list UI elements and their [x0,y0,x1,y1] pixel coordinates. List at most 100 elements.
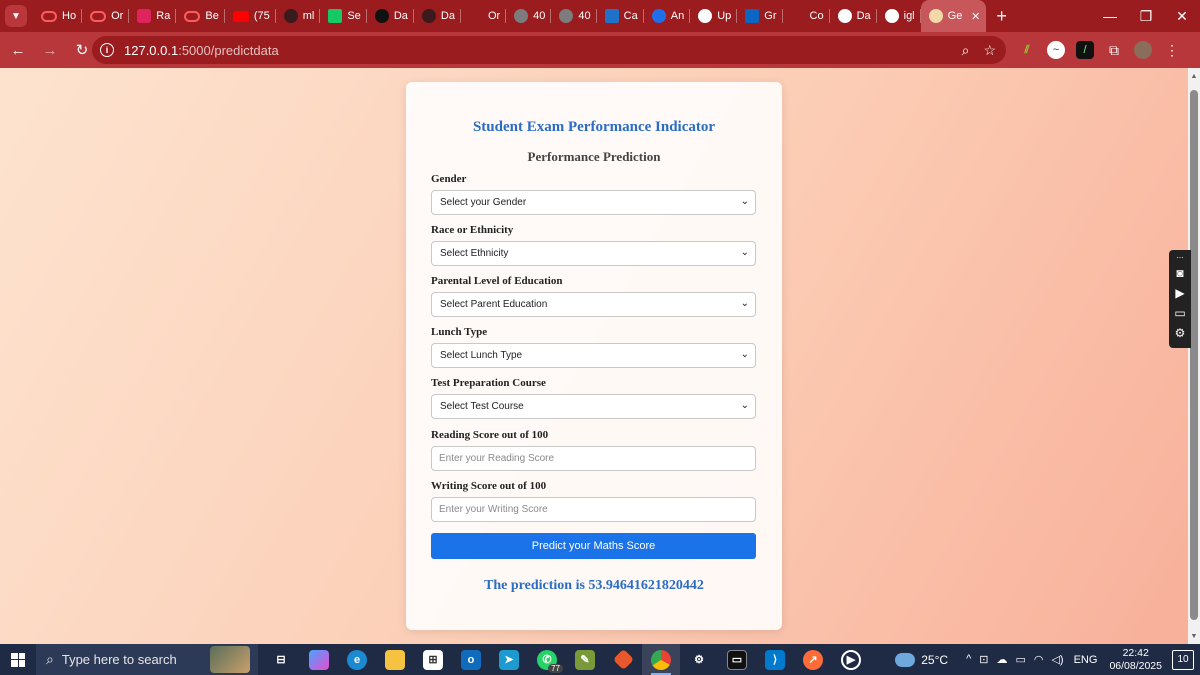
postman-button[interactable]: ↗ [794,644,832,675]
scroll-down-icon[interactable]: ▼ [1188,630,1200,642]
browser-tab[interactable]: igl [877,0,921,32]
tab-strip: ▼ Ho Or Ra Be (75 ml Se Da Da Or 40 40 Ca An Up Gr Co Da i… [0,0,1200,32]
writing-score-placeholder: Enter your Writing Score [439,504,548,515]
task-view-button[interactable]: ⊟ [262,644,300,675]
lunch-select[interactable]: Select Lunch Type ⌄ [431,343,756,368]
close-tab-icon[interactable]: ✕ [971,10,980,23]
tab-search-button[interactable]: ▼ [5,5,27,27]
site-info-icon[interactable]: i [100,43,114,57]
browser-tab[interactable]: Da [414,0,461,32]
widget-menu-icon[interactable]: ⋯ [1177,253,1184,263]
terminal-extension-icon[interactable]: / [1076,41,1094,59]
browser-tab[interactable]: An [644,0,691,32]
browser-tab[interactable]: Or [82,0,130,32]
copilot-button[interactable] [300,644,338,675]
teams-button[interactable]: ➤ [490,644,528,675]
window-capture-icon[interactable]: ▭ [1174,303,1185,323]
browser-tab[interactable]: Da [367,0,414,32]
whatsapp-button[interactable]: ✆ 77 [528,644,566,675]
address-bar[interactable]: i 127.0.0.1:5000/predictdata ⌕ ☆ [92,36,1006,64]
ethnicity-select[interactable]: Select Ethnicity ⌄ [431,241,756,266]
chevron-up-icon[interactable]: ^ [966,653,971,666]
taskbar: ⌕ Type here to search ⊟ e ⊞ o ➤ ✆ 77 ✎ ⚙ … [0,644,1200,675]
bookmark-star-icon[interactable]: ☆ [983,42,996,59]
writing-score-label: Writing Score out of 100 [431,480,547,492]
browser-tab[interactable]: Ge ✕ [920,0,987,32]
forward-button[interactable]: → [36,36,64,64]
video-camera-icon[interactable]: ▶ [1175,283,1184,303]
browser-tab[interactable]: (75 [225,0,276,32]
profile-avatar[interactable] [1134,41,1152,59]
test-prep-select[interactable]: Select Test Course ⌄ [431,394,756,419]
device-icon[interactable]: ⊡ [979,653,988,666]
weather-widget[interactable]: 25°C [895,652,948,667]
chrome-button[interactable] [642,644,680,675]
writing-score-input[interactable]: Enter your Writing Score [431,497,756,522]
chart-extension-icon[interactable]: ⫽ [1018,41,1036,59]
browser-tab[interactable]: Ra [129,0,177,32]
tab-title: Ra [156,10,171,22]
zoom-icon[interactable]: ⌕ [962,42,970,59]
outlook-button[interactable]: o [452,644,490,675]
cloud-icon[interactable]: ☁ [996,653,1007,666]
restore-button[interactable]: ❐ [1128,0,1164,32]
predict-button[interactable]: Predict your Maths Score [431,533,756,559]
page-scrollbar[interactable]: ▲ ▼ [1188,68,1200,644]
file-explorer-button[interactable] [376,644,414,675]
gender-label: Gender [431,173,467,185]
battery-icon[interactable]: ▭ [1015,653,1025,666]
browser-tab[interactable]: 40 [551,0,597,32]
browser-tab[interactable]: Be [176,0,225,32]
settings-button[interactable]: ⚙ [680,644,718,675]
close-window-button[interactable]: ✕ [1164,0,1200,32]
browser-tab[interactable]: 40 [506,0,552,32]
clock-date: 06/08/2025 [1109,659,1162,672]
taskbar-search-placeholder: Type here to search [61,652,177,667]
minimize-button[interactable]: — [1092,0,1128,32]
taskbar-search[interactable]: ⌕ Type here to search [36,644,258,675]
browser-tab[interactable]: Da [830,0,877,32]
browser-tab[interactable]: Gr [737,0,783,32]
language-indicator[interactable]: ENG [1074,654,1098,666]
browser-tab[interactable]: Ho [33,0,83,32]
volume-icon[interactable]: ◁) [1051,653,1063,666]
kebab-menu-icon[interactable]: ⋮ [1163,41,1181,59]
tray-icons: ^ ⊡ ☁ ▭ ◠ ◁) [966,653,1064,666]
activity-extension-icon[interactable]: ~ [1047,41,1065,59]
page-viewport: Student Exam Performance Indicator Perfo… [0,68,1188,644]
white-favicon-icon [837,9,852,23]
store-button[interactable]: ⊞ [414,644,452,675]
vscode-button[interactable]: ⟩ [756,644,794,675]
browser-tab[interactable]: Se [320,0,367,32]
settings-gear-icon[interactable]: ⚙ [1175,323,1186,343]
clock-time: 22:42 [1122,646,1149,659]
system-tray: 25°C ^ ⊡ ☁ ▭ ◠ ◁) ENG 22:42 06/08/2025 1… [895,644,1200,675]
photos-button[interactable]: ✎ [566,644,604,675]
back-button[interactable]: ← [4,36,32,64]
browser-tab[interactable]: Ca [597,0,644,32]
terminal-button[interactable]: ▭ [718,644,756,675]
puzzle-icon[interactable]: ⧉ [1105,41,1123,59]
parent-education-select[interactable]: Select Parent Education ⌄ [431,292,756,317]
new-tab-button[interactable]: + [996,6,1007,27]
reading-score-label: Reading Score out of 100 [431,429,549,441]
store-icon: ⊞ [423,649,443,670]
browser-tab[interactable]: ml [276,0,321,32]
wifi-icon[interactable]: ◠ [1034,653,1044,666]
edge-button[interactable]: e [338,644,376,675]
notification-center-button[interactable]: 10 [1172,649,1194,670]
scroll-up-icon[interactable]: ▲ [1188,70,1200,82]
browser-tab[interactable]: Up [690,0,738,32]
lunch-select-value: Select Lunch Type [440,350,523,361]
scroll-thumb[interactable] [1190,90,1198,620]
browser-tab[interactable]: Or [461,0,507,32]
arrow-left-icon: ← [10,41,26,59]
clock[interactable]: 22:42 06/08/2025 [1109,647,1162,673]
gender-select[interactable]: Select your Gender ⌄ [431,190,756,215]
reading-score-input[interactable]: Enter your Reading Score [431,446,756,471]
browser-tab[interactable]: Co [783,0,830,32]
camera-icon[interactable]: ◙ [1176,263,1183,283]
media-player-button[interactable]: ▶ [832,644,870,675]
git-button[interactable] [604,644,642,675]
start-button[interactable] [0,644,36,675]
